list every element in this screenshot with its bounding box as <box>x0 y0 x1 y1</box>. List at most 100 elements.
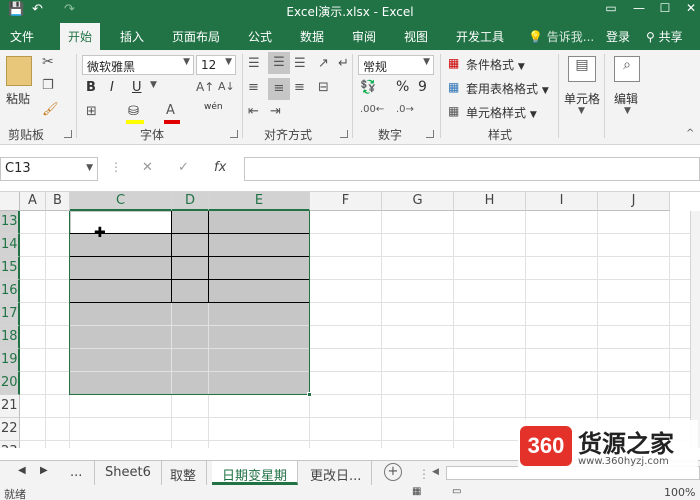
zoom-level[interactable]: 100% <box>664 486 695 499</box>
editing-button[interactable]: 编辑 <box>614 90 638 107</box>
column-header[interactable]: C <box>70 192 172 211</box>
column-header[interactable]: D <box>172 192 209 211</box>
cells-button[interactable]: 单元格 <box>564 90 600 107</box>
font-color-icon[interactable]: A <box>166 103 175 118</box>
shrink-font-icon[interactable]: A↓ <box>218 80 235 93</box>
vertical-scrollbar[interactable] <box>690 211 700 448</box>
page-layout-view-icon[interactable]: ▭ <box>452 486 461 497</box>
add-sheet-icon[interactable]: + <box>384 463 402 481</box>
font-size-select[interactable]: 12 ▼ <box>196 55 236 75</box>
name-box[interactable]: C13 ▼ <box>0 157 98 181</box>
select-all-corner[interactable] <box>0 192 20 211</box>
normal-view-icon[interactable]: ▦ <box>412 486 421 497</box>
search-icon[interactable]: ⌕ <box>614 56 640 82</box>
column-header[interactable]: A <box>20 192 46 211</box>
hscroll-left-icon[interactable]: ◀ <box>432 467 439 477</box>
alignment-launcher-icon[interactable] <box>340 130 348 138</box>
cut-icon[interactable]: ✂ <box>42 54 54 70</box>
tell-me-search[interactable]: 💡 告诉我... <box>528 28 594 45</box>
align-bottom-icon[interactable]: ☰ <box>294 56 306 71</box>
row-header[interactable]: 21 <box>0 395 20 418</box>
row-header[interactable]: 23 <box>0 441 20 448</box>
minimize-button[interactable]: — <box>628 1 650 21</box>
column-header[interactable]: G <box>382 192 454 211</box>
ribbon-display-icon[interactable]: ▭ <box>600 1 622 21</box>
column-header[interactable]: H <box>454 192 526 211</box>
cell-styles-button[interactable]: 单元格样式 ▼ <box>466 104 537 121</box>
font-name-select[interactable]: 微软雅黑 ▼ <box>82 55 194 75</box>
row-header[interactable]: 13 <box>0 211 20 234</box>
sheet-tab-change-date[interactable]: 更改日... <box>300 461 373 485</box>
paste-icon[interactable] <box>6 56 32 86</box>
decrease-decimal-icon[interactable]: .0→ <box>396 104 414 115</box>
row-header[interactable]: 19 <box>0 349 20 372</box>
collapse-ribbon-icon[interactable]: ^ <box>686 128 694 139</box>
phonetic-button[interactable]: wén <box>204 102 223 112</box>
row-header[interactable]: 22 <box>0 418 20 441</box>
row-header[interactable]: 14 <box>0 234 20 257</box>
column-header[interactable]: B <box>46 192 70 211</box>
increase-indent-icon[interactable]: ⇥ <box>270 104 281 119</box>
tab-developer[interactable]: 开发工具 <box>456 28 504 45</box>
conditional-format-button[interactable]: 条件格式 ▼ <box>466 56 525 73</box>
orientation-icon[interactable]: ↗ <box>318 56 329 71</box>
tab-data[interactable]: 数据 <box>300 28 324 45</box>
increase-decimal-icon[interactable]: .00← <box>360 104 384 115</box>
accounting-format-icon[interactable]: 💱 <box>360 80 376 95</box>
copy-icon[interactable]: ❐ <box>42 78 54 93</box>
italic-button[interactable]: I <box>110 80 114 95</box>
tab-file[interactable]: 文件 <box>10 28 34 45</box>
format-painter-icon[interactable]: 🖌 <box>42 102 59 117</box>
scroll-right-icon[interactable]: ▶ <box>40 465 48 476</box>
tab-view[interactable]: 视图 <box>404 28 428 45</box>
number-launcher-icon[interactable] <box>426 130 434 138</box>
tab-formulas[interactable]: 公式 <box>248 28 272 45</box>
row-header[interactable]: 17 <box>0 303 20 326</box>
bold-button[interactable]: B <box>86 80 96 95</box>
comma-button[interactable]: 9 <box>418 79 427 95</box>
maximize-button[interactable]: ☐ <box>654 1 676 21</box>
align-right-icon[interactable]: ≡ <box>294 80 305 95</box>
column-header[interactable]: E <box>209 192 310 211</box>
cancel-icon[interactable]: ✕ <box>142 160 153 175</box>
align-left-icon[interactable]: ≡ <box>248 80 259 95</box>
cells-icon[interactable]: ▤ <box>568 56 596 82</box>
underline-button[interactable]: U <box>132 80 142 95</box>
align-middle-icon[interactable]: ☰ <box>268 52 290 74</box>
sheet-tab-date-weekday[interactable]: 日期变星期 <box>212 461 299 485</box>
column-header[interactable]: F <box>310 192 382 211</box>
login-link[interactable]: 登录 <box>606 28 630 45</box>
sheet-tab-round[interactable]: 取整 <box>160 461 208 485</box>
chevron-down-icon[interactable]: ▼ <box>150 80 157 90</box>
fill-handle[interactable] <box>307 392 312 397</box>
row-header[interactable]: 18 <box>0 326 20 349</box>
formula-input[interactable] <box>244 157 700 181</box>
fill-color-icon[interactable]: ⛁ <box>128 104 139 119</box>
borders-icon[interactable]: ⊞ <box>86 104 97 119</box>
tab-page-layout[interactable]: 页面布局 <box>172 28 220 45</box>
close-button[interactable]: ✕ <box>680 1 700 21</box>
format-as-table-button[interactable]: 套用表格格式 ▼ <box>466 80 549 97</box>
share-button[interactable]: ⚲ 共享 <box>646 28 683 45</box>
number-format-select[interactable]: 常规 ▼ <box>358 55 434 75</box>
chevron-down-icon[interactable]: ▼ <box>624 106 631 116</box>
grow-font-icon[interactable]: A↑ <box>196 80 214 94</box>
align-top-icon[interactable]: ☰ <box>248 56 260 71</box>
row-header[interactable]: 20 <box>0 372 20 395</box>
wrap-text-icon[interactable]: ↵ <box>338 56 349 71</box>
clipboard-launcher-icon[interactable] <box>64 130 72 138</box>
insert-function-icon[interactable]: fx <box>214 160 226 175</box>
chevron-down-icon[interactable]: ▼ <box>578 106 585 116</box>
sheet-tab-more[interactable]: ... <box>60 461 92 485</box>
splitter-icon[interactable]: ⋮ <box>418 467 430 481</box>
row-header[interactable]: 15 <box>0 257 20 280</box>
font-launcher-icon[interactable] <box>230 130 238 138</box>
percent-button[interactable]: % <box>396 79 409 95</box>
paste-button[interactable]: 粘贴 <box>6 90 30 107</box>
column-header[interactable]: J <box>598 192 670 211</box>
tab-insert[interactable]: 插入 <box>120 28 144 45</box>
merge-center-icon[interactable]: ⊟ <box>318 80 329 95</box>
worksheet-grid[interactable]: ABCDEFGHIJ 1314151617181920212223 ✚ <box>0 192 700 448</box>
decrease-indent-icon[interactable]: ⇤ <box>248 104 259 119</box>
enter-icon[interactable]: ✓ <box>178 160 189 175</box>
